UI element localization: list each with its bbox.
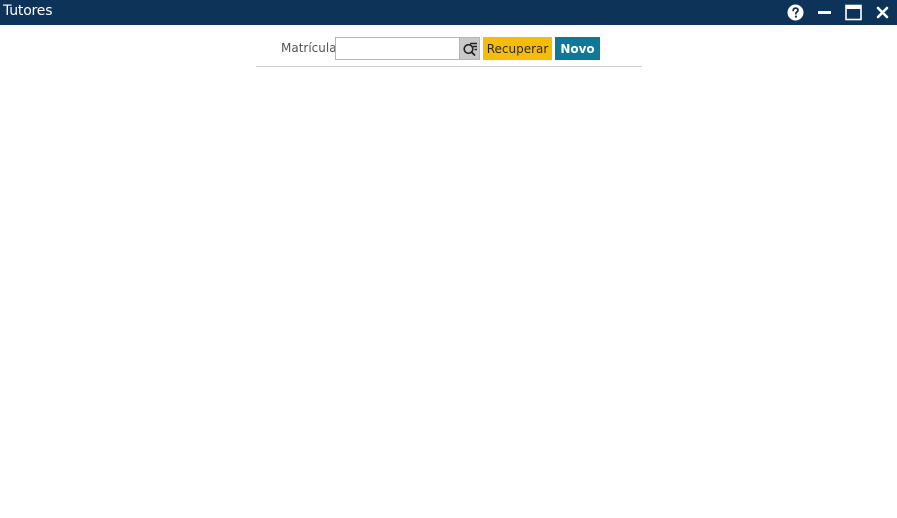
search-list-icon[interactable]: [460, 37, 480, 60]
novo-button[interactable]: Novo: [555, 37, 600, 60]
minimize-icon[interactable]: [815, 3, 834, 22]
window-title: Tutores: [3, 3, 53, 19]
matricula-input[interactable]: [335, 37, 460, 60]
help-icon[interactable]: [786, 3, 805, 22]
matricula-label: Matrícula:: [281, 41, 341, 55]
recuperar-button[interactable]: Recuperar: [483, 37, 552, 60]
close-icon[interactable]: [873, 3, 892, 22]
search-toolbar: Matrícula: Recuperar Novo: [256, 36, 642, 67]
window-titlebar: Tutores: [0, 0, 897, 25]
maximize-icon[interactable]: [844, 3, 863, 22]
